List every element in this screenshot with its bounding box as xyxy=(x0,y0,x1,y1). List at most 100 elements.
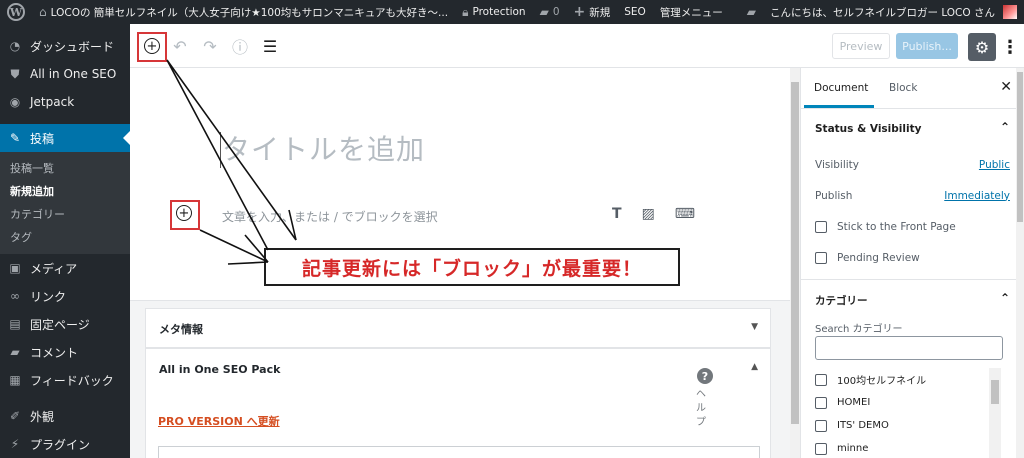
scrollbar-thumb[interactable] xyxy=(991,380,999,404)
gear-icon: ⚙ xyxy=(974,37,990,57)
protection-label: Protection xyxy=(472,6,526,18)
undo-button[interactable]: ↶ xyxy=(166,32,194,60)
seo-label: SEO xyxy=(624,6,646,18)
stick-checkbox[interactable] xyxy=(815,220,827,233)
text-caret xyxy=(220,132,221,168)
my-account-link[interactable]: こんにちは、セルフネイルブロガー LOCO さん xyxy=(763,0,1024,24)
redo-button[interactable]: ↷ xyxy=(196,32,224,60)
paragraph-block-input[interactable]: 文章を入力、または / でブロックを選択 xyxy=(222,208,438,225)
menu-label: リンク xyxy=(30,289,67,304)
site-name-link[interactable]: ⌂ LOCOの 簡単セルフネイル（大人女子向け★100均もサロンマニキュアも大好… xyxy=(32,0,455,24)
site-title: LOCOの 簡単セルフネイル（大人女子向け★100均もサロンマニキュアも大好き〜… xyxy=(50,6,449,19)
menu-feedback[interactable]: ▦ フィードバック xyxy=(0,366,130,394)
comments-link[interactable]: ▰ 0 xyxy=(533,0,567,24)
preview-button[interactable]: Preview xyxy=(832,33,890,59)
stick-label: Stick to the Front Page xyxy=(837,220,956,233)
menu-media[interactable]: ▣ メディア xyxy=(0,254,130,282)
category-scrollbar[interactable] xyxy=(989,368,1001,458)
tab-document[interactable]: Document xyxy=(814,82,868,94)
info-icon: ⓘ xyxy=(231,38,248,57)
heading-icon[interactable]: T xyxy=(612,206,622,222)
help-icon[interactable]: ? xyxy=(697,368,713,384)
submenu-categories[interactable]: カテゴリー xyxy=(0,202,130,225)
menu-jetpack[interactable]: ◉ Jetpack xyxy=(0,88,130,116)
panel-title: カテゴリー xyxy=(815,294,868,307)
link-icon: ∞ xyxy=(10,289,20,303)
category-label: ITS' DEMO xyxy=(837,420,889,431)
admin-sidebar: ◔ ダッシュボード ⛊ All in One SEO ◉ Jetpack ✎ 投稿 投稿… xyxy=(0,24,130,458)
pending-label: Pending Review xyxy=(837,251,920,264)
posts-submenu: 投稿一覧 新規追加 カテゴリー タグ xyxy=(0,152,130,254)
meta-info-header[interactable]: メタ情報 ▼ xyxy=(146,309,770,349)
publish-button[interactable]: Publish... xyxy=(896,33,958,59)
menu-dashboard[interactable]: ◔ ダッシュボード xyxy=(0,32,130,60)
jetpack-icon: ◉ xyxy=(9,95,21,109)
menu-aioseo[interactable]: ⛊ All in One SEO xyxy=(0,60,130,88)
submenu-all-posts[interactable]: 投稿一覧 xyxy=(0,156,130,179)
menu-pages[interactable]: ▤ 固定ページ xyxy=(0,310,130,338)
category-checkbox[interactable] xyxy=(815,373,827,386)
caret-up-icon: ▲ xyxy=(751,362,758,372)
menu-links[interactable]: ∞ リンク xyxy=(0,282,130,310)
wp-logo-menu[interactable]: W xyxy=(0,0,32,24)
category-search-label: Search カテゴリー xyxy=(815,324,903,335)
publish-value[interactable]: Immediately xyxy=(944,190,1010,202)
keyboard-icon[interactable]: ⌨ xyxy=(675,206,695,222)
pro-banner-box xyxy=(158,446,760,458)
list-icon: ☰ xyxy=(262,36,278,56)
submenu-tags[interactable]: タグ xyxy=(0,225,130,248)
publish-label: Publish xyxy=(815,189,853,202)
stick-front-row[interactable]: Stick to the Front Page xyxy=(801,211,1024,242)
caret-down-icon: ▼ xyxy=(751,322,758,332)
tab-block[interactable]: Block xyxy=(889,82,917,94)
annotation-box-toolbar xyxy=(137,32,167,62)
settings-button[interactable]: ⚙ xyxy=(968,33,996,61)
close-icon[interactable]: ✕ xyxy=(1000,79,1012,95)
editor-scrollbar[interactable] xyxy=(790,68,800,458)
settings-tabs: Document Block ✕ xyxy=(801,68,1024,109)
page-icon: ▤ xyxy=(9,317,21,331)
category-checkbox[interactable] xyxy=(815,442,827,455)
submenu-add-new[interactable]: 新規追加 xyxy=(0,179,130,202)
menu-plugins[interactable]: ⚡︎ プラグイン xyxy=(0,430,130,458)
settings-sidebar: Document Block ✕ Status & Visibility ⌃ Vi… xyxy=(800,68,1024,458)
scrollbar-thumb[interactable] xyxy=(791,82,799,424)
inline-block-tools: T ▨ ⌨ xyxy=(612,206,695,222)
category-label: 100均セルフネイル xyxy=(837,376,927,387)
menu-label: ダッシュボード xyxy=(30,39,115,54)
protection-link[interactable]: 🔒︎ Protection xyxy=(455,0,533,24)
lock-icon: 🔒︎ xyxy=(462,4,469,19)
menu-posts[interactable]: ✎ 投稿 xyxy=(0,124,130,152)
pending-review-row[interactable]: Pending Review xyxy=(801,242,1024,273)
category-checkbox[interactable] xyxy=(815,396,827,409)
category-search-input[interactable] xyxy=(815,336,1003,360)
visibility-value[interactable]: Public xyxy=(979,159,1010,171)
menu-label: 外観 xyxy=(30,409,55,424)
settings-scrollbar[interactable] xyxy=(1016,68,1024,458)
redo-icon: ↷ xyxy=(203,36,217,56)
chevron-up-icon: ⌃ xyxy=(999,120,1010,134)
undo-icon: ↶ xyxy=(173,36,187,56)
pro-version-link[interactable]: PRO VERSION へ更新 xyxy=(158,413,280,429)
aioseo-header[interactable]: All in One SEO Pack ▲ xyxy=(146,349,770,389)
admin-bar: W ⌂ LOCOの 簡単セルフネイル（大人女子向け★100均もサロンマニキュアも… xyxy=(0,0,1024,24)
category-checkbox[interactable] xyxy=(815,419,827,432)
category-header[interactable]: カテゴリー ⌃ xyxy=(801,280,1024,320)
new-content-link[interactable]: + 新規 xyxy=(567,0,618,24)
menu-appearance[interactable]: ✐ 外観 xyxy=(0,402,130,430)
outline-button[interactable]: ☰ xyxy=(256,32,284,60)
scrollbar-thumb[interactable] xyxy=(1017,72,1023,222)
editor-toolbar: + ↶ ↷ ⓘ ☰ Preview Publish... ⚙ ⋮ xyxy=(130,24,1024,68)
menu-label: プラグイン xyxy=(30,437,91,452)
pending-checkbox[interactable] xyxy=(815,251,827,264)
post-title-input[interactable]: タイトルを追加 xyxy=(222,128,425,168)
notification-link[interactable]: ▰ xyxy=(740,0,763,24)
seo-link[interactable]: SEO xyxy=(617,0,653,24)
admin-menu-link[interactable]: 管理メニュー xyxy=(653,0,730,24)
metabox-title: All in One SEO Pack xyxy=(159,362,281,376)
more-options-button[interactable]: ⋮ xyxy=(1001,33,1019,61)
menu-comments[interactable]: ▰ コメント xyxy=(0,338,130,366)
image-icon[interactable]: ▨ xyxy=(642,206,655,222)
status-visibility-header[interactable]: Status & Visibility ⌃ xyxy=(801,109,1024,149)
info-button[interactable]: ⓘ xyxy=(226,32,254,60)
